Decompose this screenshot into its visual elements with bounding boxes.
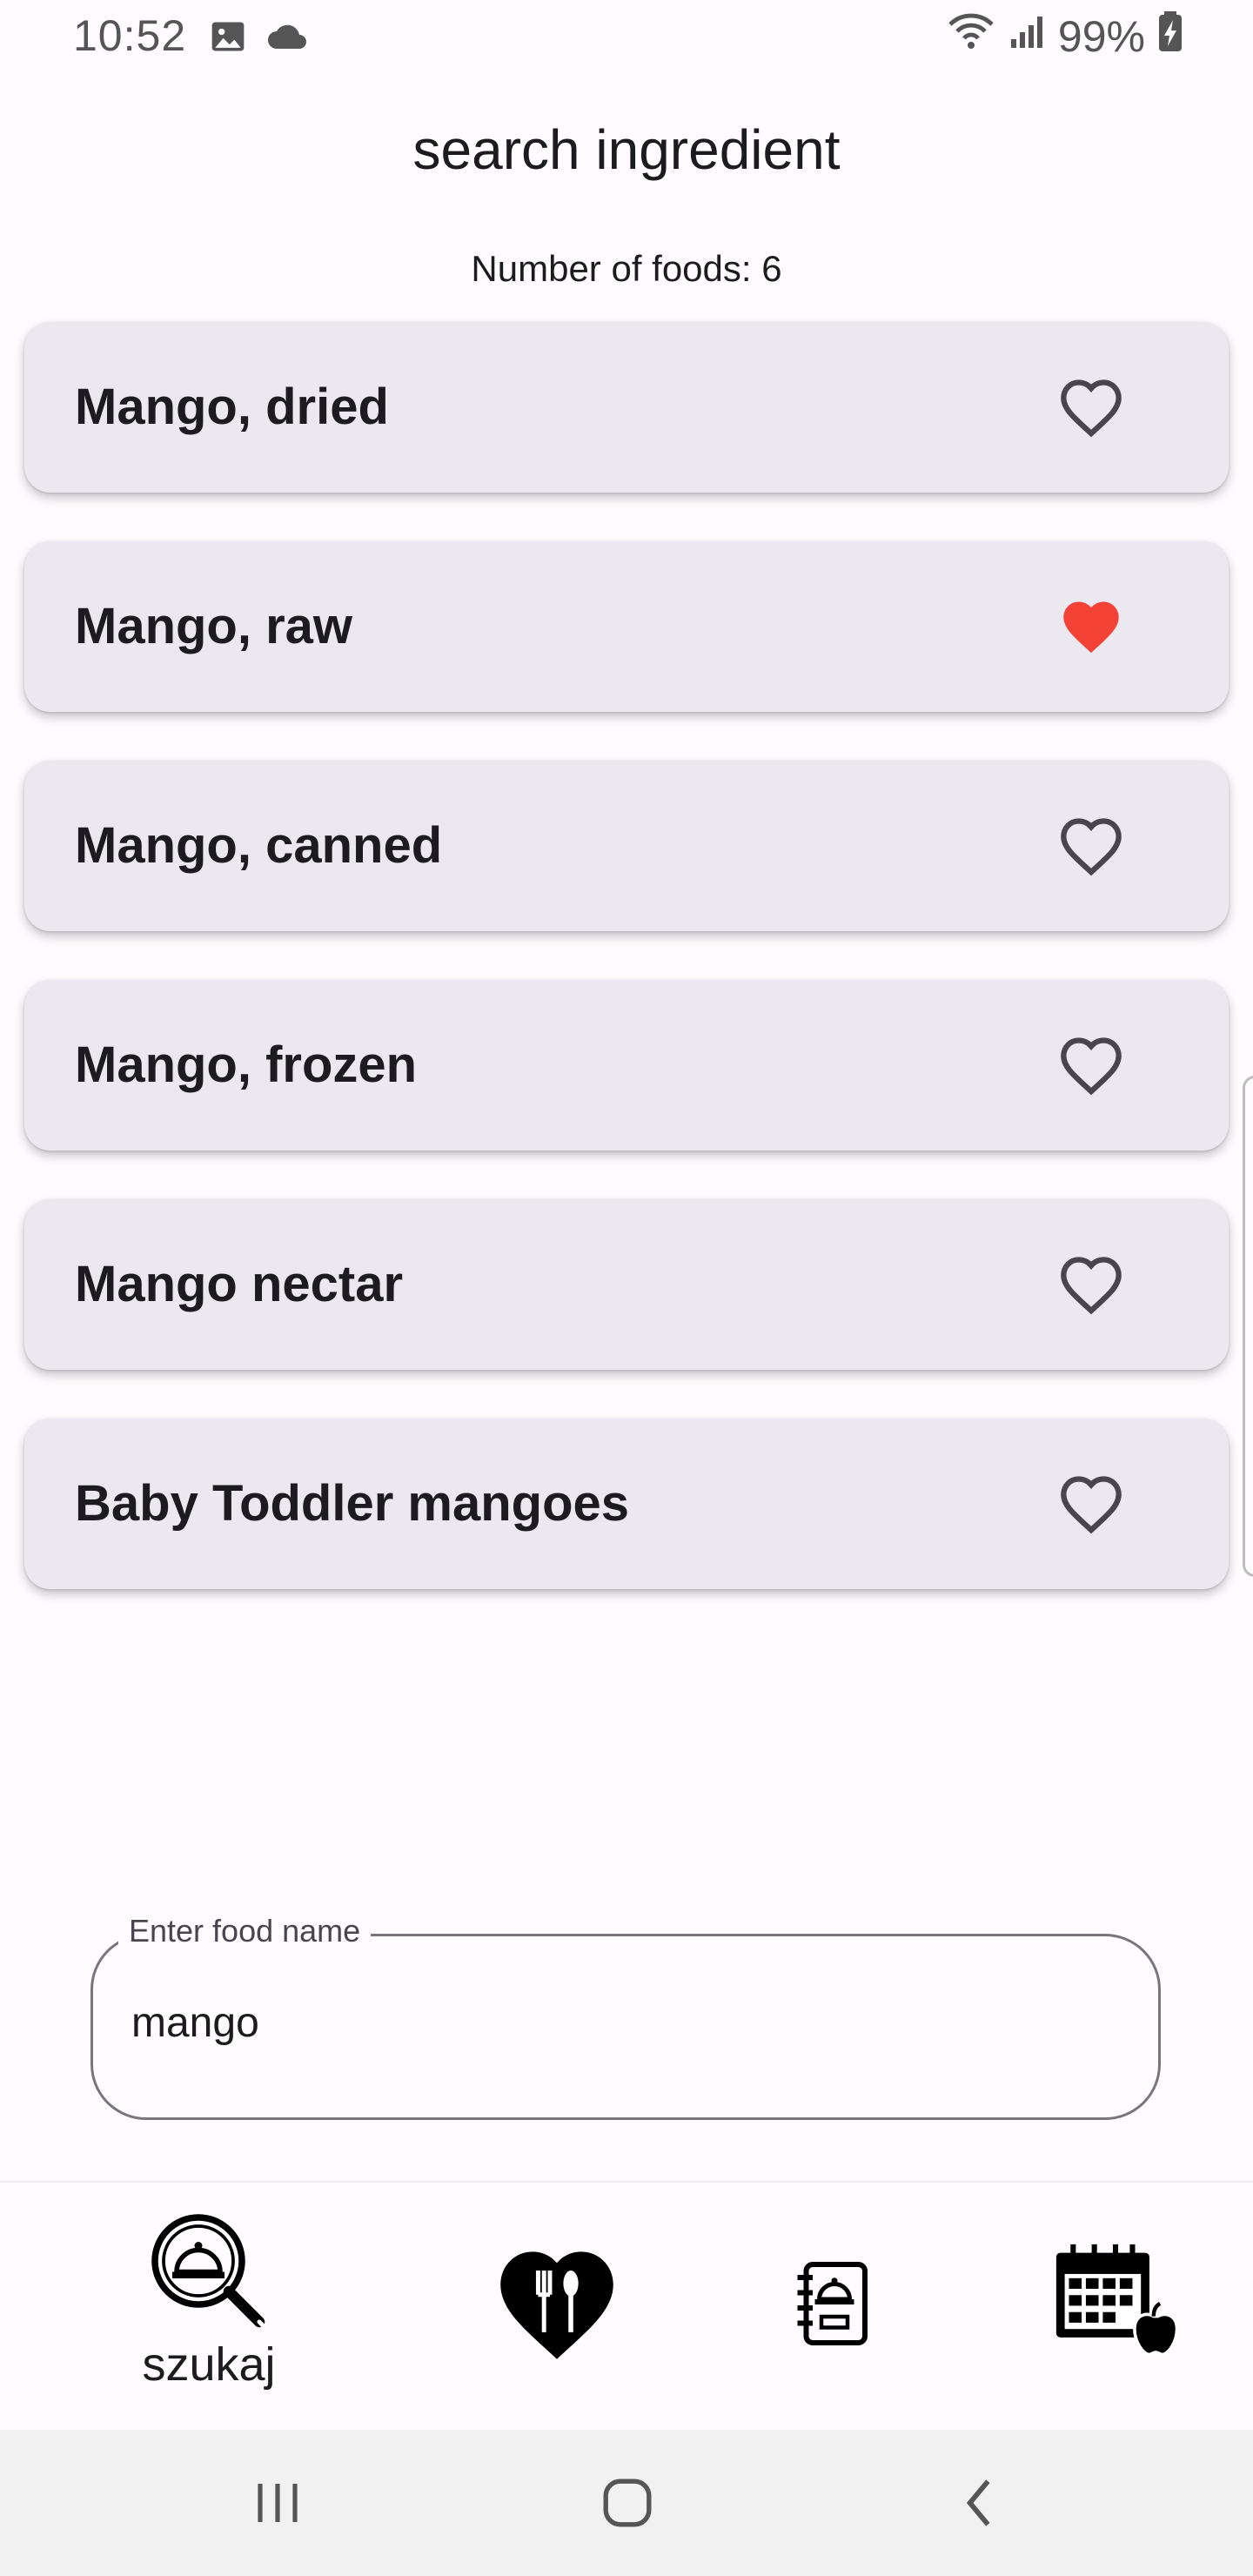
search-dish-icon <box>146 2209 277 2344</box>
favorite-outline-icon[interactable] <box>1055 1467 1128 1540</box>
food-count: Number of foods: 6 <box>471 248 782 289</box>
recipe-book-icon <box>787 2256 874 2356</box>
food-card[interactable]: Baby Toddler mangoes <box>24 1419 1229 1589</box>
home-icon[interactable] <box>588 2468 667 2538</box>
food-name: Mango, frozen <box>75 1036 418 1093</box>
food-card[interactable]: Mango, canned <box>24 761 1229 931</box>
page-title: search ingredient <box>412 118 841 181</box>
screen: 10:52 99% search ingredient Number of fo… <box>0 0 1253 2576</box>
status-bar: 10:52 99% <box>0 0 1253 73</box>
cloud-icon <box>265 17 310 60</box>
battery-text: 99% <box>1057 12 1145 61</box>
system-nav <box>0 2430 1253 2576</box>
nav-label-search: szukaj <box>142 2338 276 2391</box>
wifi-icon <box>947 10 995 63</box>
food-card[interactable]: Mango, raw <box>24 541 1229 712</box>
nav-item-search[interactable]: szukaj <box>113 2183 305 2432</box>
food-name-field[interactable] <box>90 1934 1161 2120</box>
status-left-icons <box>209 17 310 60</box>
food-name: Mango, canned <box>75 817 443 874</box>
bottom-nav: szukaj <box>0 2181 1253 2432</box>
scroll-indicator[interactable] <box>1243 1076 1253 1577</box>
battery-charging-icon <box>1157 11 1183 62</box>
favorite-outline-icon[interactable] <box>1055 1248 1128 1321</box>
status-right: 99% <box>947 10 1183 63</box>
favorite-filled-icon[interactable] <box>1055 590 1128 663</box>
nav-item-calendar[interactable] <box>1044 2183 1183 2432</box>
heart-cutlery-icon <box>492 2244 621 2366</box>
nav-item-recipes[interactable] <box>774 2183 888 2432</box>
calendar-apple-icon <box>1051 2240 1180 2371</box>
food-name: Mango, raw <box>75 598 353 654</box>
food-name-label: Enter food name <box>118 1913 372 1949</box>
nav-item-favorites[interactable] <box>479 2183 635 2432</box>
food-name: Baby Toddler mangoes <box>75 1475 630 1532</box>
image-icon <box>209 17 247 60</box>
status-time: 10:52 <box>73 11 187 60</box>
recent-apps-icon[interactable] <box>238 2468 317 2538</box>
food-name: Mango nectar <box>75 1256 404 1312</box>
food-card[interactable]: Mango nectar <box>24 1199 1229 1370</box>
favorite-outline-icon[interactable] <box>1055 371 1128 444</box>
favorite-outline-icon[interactable] <box>1055 1029 1128 1102</box>
food-card[interactable]: Mango, dried <box>24 322 1229 493</box>
food-card[interactable]: Mango, frozen <box>24 980 1229 1150</box>
food-name: Mango, dried <box>75 379 389 435</box>
back-icon[interactable] <box>940 2468 1018 2538</box>
favorite-outline-icon[interactable] <box>1055 809 1128 882</box>
signal-icon <box>1008 11 1046 62</box>
food-name-input[interactable] <box>131 1980 1089 2067</box>
